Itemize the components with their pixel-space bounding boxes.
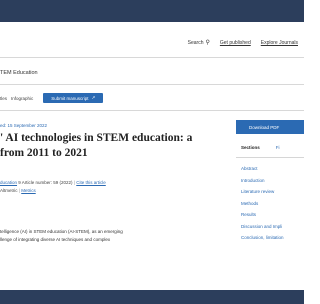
divider xyxy=(0,110,304,111)
abstract-text: telligence (AI) in STEM education (AI-ST… xyxy=(0,228,220,244)
subnav-item-articles[interactable]: tles xyxy=(0,96,7,101)
article-title-line-1: ' AI technologies in STEM education: a xyxy=(0,132,193,144)
submit-manuscript-label: Submit manuscript xyxy=(51,95,89,101)
tab-sections[interactable]: Sections xyxy=(241,145,260,150)
submit-manuscript-button[interactable]: Submit manuscript ↗ xyxy=(43,93,104,103)
journal-title[interactable]: TEM Education xyxy=(0,70,38,76)
section-list: Abstract Introduction Literature review … xyxy=(236,163,304,244)
citation-row: ducation 9 Article number: 59 (2022) | C… xyxy=(0,180,106,185)
explore-journals-link[interactable]: Explore Journals xyxy=(261,40,298,46)
bottom-bar xyxy=(0,290,304,304)
journal-link[interactable]: ducation xyxy=(0,180,17,185)
separator: | xyxy=(73,180,75,185)
journal-subnav: tles Infographic Submit manuscript ↗ xyxy=(0,92,104,104)
divider xyxy=(0,84,304,85)
download-pdf-button[interactable]: Download PDF xyxy=(236,120,304,134)
article-sidebar: Download PDF Sections Fi Abstract Introd… xyxy=(236,120,304,244)
section-link-results[interactable]: Results xyxy=(241,209,304,221)
sidebar-tabs: Sections Fi xyxy=(236,145,304,158)
section-link-discussion[interactable]: Discussion and Impli xyxy=(241,221,304,233)
divider xyxy=(0,57,304,58)
section-link-introduction[interactable]: Introduction xyxy=(241,175,304,187)
top-header-bar xyxy=(0,0,304,22)
metrics-row: Altmetric | Metrics xyxy=(0,188,36,193)
nav-links: Search ⚲ Get published Explore Journals xyxy=(188,40,298,46)
cite-this-article-link[interactable]: Cite this article xyxy=(76,180,106,185)
get-published-link[interactable]: Get published xyxy=(220,40,251,46)
section-link-literature-review[interactable]: Literature review xyxy=(241,186,304,198)
article-title: ' AI technologies in STEM education: a f… xyxy=(0,131,215,161)
metrics-link[interactable]: Metrics xyxy=(21,188,36,193)
abstract-line-1: telligence (AI) in STEM education (AI-ST… xyxy=(0,229,123,234)
abstract-line-2: llenge of integrating diverse AI techniq… xyxy=(0,237,111,242)
section-link-conclusion[interactable]: Conclusion, limitation xyxy=(241,232,304,244)
tab-figures[interactable]: Fi xyxy=(276,145,280,150)
subnav-item-infographic[interactable]: Infographic xyxy=(11,96,33,101)
external-link-icon: ↗ xyxy=(91,95,96,100)
separator: | xyxy=(18,188,20,193)
article-number: 9 Article number: 59 (2022) xyxy=(18,180,73,185)
search-icon: ⚲ xyxy=(205,40,210,46)
article-title-line-2: from 2011 to 2021 xyxy=(0,147,88,159)
altmetric-label: Altmetric xyxy=(0,188,18,193)
section-link-abstract[interactable]: Abstract xyxy=(241,163,304,175)
section-link-methods[interactable]: Methods xyxy=(241,198,304,210)
publication-date: ed: 15 September 2022 xyxy=(0,123,48,128)
site-navigation: Search ⚲ Get published Explore Journals xyxy=(0,36,304,52)
search-link[interactable]: Search ⚲ xyxy=(188,40,210,46)
search-label: Search xyxy=(187,40,204,46)
